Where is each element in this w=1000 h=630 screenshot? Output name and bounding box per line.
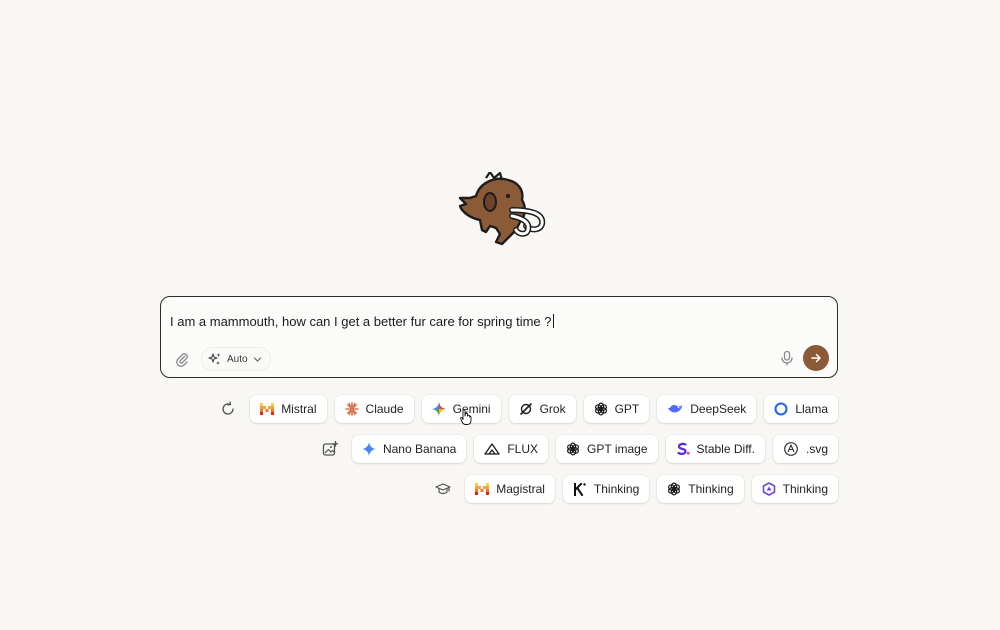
flux-logo-icon xyxy=(484,443,500,455)
model-chip-gpt[interactable]: GPT xyxy=(583,395,650,423)
svg-vector-icon xyxy=(784,442,798,456)
graduation-cap-icon[interactable] xyxy=(435,481,451,497)
text-models-row: Mistral Claude Gemini Grok GPT DeepSeek … xyxy=(220,395,838,423)
chip-label: DeepSeek xyxy=(690,402,747,416)
chip-label: Claude xyxy=(365,402,404,416)
chip-label: Thinking xyxy=(688,482,734,496)
prompt-box[interactable]: I am a mammouth, how can I get a better … xyxy=(160,296,838,378)
deepseek-logo-icon xyxy=(668,404,683,413)
hand-cursor-icon xyxy=(460,409,472,425)
mistral-logo-icon xyxy=(475,483,490,495)
arrow-right-icon xyxy=(811,353,821,363)
mistral-logo-icon xyxy=(260,403,275,415)
chip-label: Llama xyxy=(795,402,828,416)
chip-label: Thinking xyxy=(782,482,828,496)
openai-logo-icon xyxy=(668,482,681,496)
model-chip-llama[interactable]: Llama xyxy=(764,395,838,423)
kimi-logo-icon xyxy=(573,482,586,496)
model-chip-mistral[interactable]: Mistral xyxy=(250,395,327,423)
gemini-logo-icon xyxy=(431,402,446,416)
mode-label: Auto xyxy=(227,353,248,365)
microphone-icon[interactable] xyxy=(779,350,795,366)
image-models-row: Nano Banana FLUX GPT image Stable Diff. xyxy=(322,435,838,463)
model-chip-nano-banana[interactable]: Nano Banana xyxy=(351,435,467,463)
model-chip-qwen-thinking[interactable]: Thinking xyxy=(751,475,838,503)
openai-logo-icon xyxy=(594,402,607,416)
model-chip-gpt-image[interactable]: GPT image xyxy=(556,435,658,463)
chip-label: Magistral xyxy=(496,482,545,496)
paperclip-icon[interactable] xyxy=(174,351,190,367)
grok-logo-icon xyxy=(519,403,532,415)
chip-label: Grok xyxy=(539,402,566,416)
chip-label: Mistral xyxy=(281,402,317,416)
thinking-models-row: Magistral Thinking Thinking Thinking xyxy=(435,475,838,503)
sparkles-icon xyxy=(208,353,221,365)
chip-label: .svg xyxy=(805,442,828,456)
model-chip-gpt-thinking[interactable]: Thinking xyxy=(657,475,744,503)
image-add-icon[interactable] xyxy=(322,441,338,457)
model-chip-flux[interactable]: FLUX xyxy=(474,435,549,463)
stability-logo-icon xyxy=(676,442,689,455)
refresh-sparkle-icon[interactable] xyxy=(220,401,236,417)
qwen-logo-icon xyxy=(762,482,775,496)
openai-logo-icon xyxy=(567,442,580,456)
model-chip-stable-diffusion[interactable]: Stable Diff. xyxy=(665,435,765,463)
prompt-input[interactable]: I am a mammouth, how can I get a better … xyxy=(170,314,554,329)
chip-label: Nano Banana xyxy=(382,442,457,456)
model-chip-kimi-thinking[interactable]: Thinking xyxy=(562,475,650,503)
send-button[interactable] xyxy=(803,345,829,371)
chip-label: FLUX xyxy=(507,442,539,456)
model-chip-deepseek[interactable]: DeepSeek xyxy=(657,395,757,423)
model-chip-magistral[interactable]: Magistral xyxy=(465,475,555,503)
chip-label: GPT image xyxy=(587,442,648,456)
model-chip-grok[interactable]: Grok xyxy=(508,395,576,423)
chip-label: GPT xyxy=(614,402,640,416)
chip-label: Thinking xyxy=(593,482,640,496)
model-chip-claude[interactable]: Claude xyxy=(334,395,414,423)
chip-label: Stable Diff. xyxy=(696,442,755,456)
mammoth-logo-icon xyxy=(458,172,546,246)
gemini-logo-icon xyxy=(361,442,376,456)
model-chip-svg[interactable]: .svg xyxy=(772,435,838,463)
model-mode-button[interactable]: Auto xyxy=(201,347,271,371)
claude-logo-icon xyxy=(344,402,359,416)
meta-logo-icon xyxy=(774,402,788,416)
chevron-down-icon xyxy=(253,356,261,362)
